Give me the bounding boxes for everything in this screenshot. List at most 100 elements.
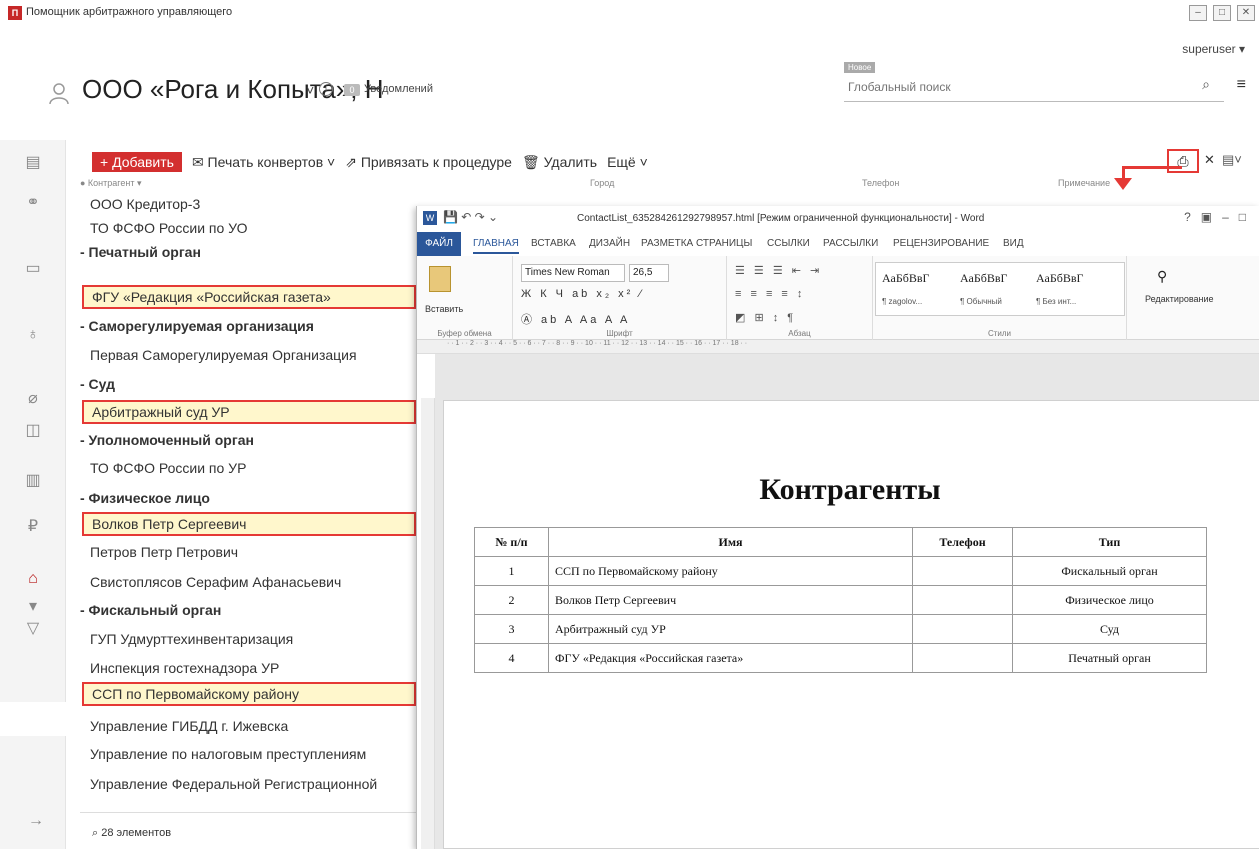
list-item[interactable]: ГУП Удмурттехинвентаризация: [80, 627, 418, 651]
box-icon[interactable]: ◫: [22, 420, 44, 442]
list-item[interactable]: ООО Кредитор-3: [80, 192, 418, 216]
user-menu[interactable]: superuser ▾: [1182, 42, 1245, 56]
paperclip-icon[interactable]: ⌀: [22, 388, 44, 410]
table-cell: Суд: [1012, 614, 1207, 644]
table-cell: [912, 585, 1013, 615]
list-group-header[interactable]: - Уполномоченный орган: [80, 428, 418, 452]
paragraph-shading-buttons[interactable]: ◩ ⊞ ↕ ¶: [735, 311, 796, 324]
list-item[interactable]: Управление по налоговым преступлениям: [80, 742, 418, 766]
word-window: W 💾 ↶ ↷ ⌄ ContactList_635284261292798957…: [416, 206, 1259, 849]
tab-home[interactable]: ГЛАВНАЯ: [473, 238, 519, 254]
tab-references[interactable]: ССЫЛКИ: [767, 238, 810, 249]
print-envelopes-button[interactable]: ✉ Печать конвертов ˅: [192, 154, 335, 171]
print-icon[interactable]: ⎙: [1167, 149, 1199, 173]
style-sample[interactable]: АаБбВвГ: [1036, 271, 1083, 286]
global-search-input[interactable]: [848, 80, 1168, 94]
search-icon[interactable]: ⌕: [1202, 76, 1210, 93]
ruble-icon[interactable]: ₽: [22, 516, 44, 538]
chevron-down-icon[interactable]: ▾: [22, 596, 44, 618]
list-item[interactable]: ТО ФСФО России по УР: [80, 456, 418, 480]
app-logo-icon: П: [8, 6, 22, 20]
bank-icon[interactable]: ⌂: [22, 568, 44, 590]
column-header-note[interactable]: Примечание: [1058, 178, 1110, 188]
tab-view[interactable]: ВИД: [1003, 238, 1024, 249]
font-name-select[interactable]: Times New Roman: [521, 264, 625, 282]
column-header-phone[interactable]: Телефон: [862, 178, 899, 188]
table-cell: Печатный орган: [1012, 643, 1207, 673]
tab-page-layout[interactable]: РАЗМЕТКА СТРАНИЦЫ: [641, 238, 752, 249]
paste-button[interactable]: Вставить: [425, 304, 463, 314]
style-sample[interactable]: АаБбВвГ: [960, 271, 1007, 286]
style-name[interactable]: ¶ Без инт...: [1036, 297, 1076, 306]
font-group-label: Шрифт: [606, 329, 633, 338]
document-icon[interactable]: ▤: [22, 152, 44, 174]
style-name[interactable]: ¶ zagolov...: [882, 297, 922, 306]
delete-button[interactable]: 🗑 Удалить: [522, 154, 597, 171]
expand-rail-arrow-icon[interactable]: →: [28, 812, 44, 830]
excel-export-icon[interactable]: ✕: [1204, 152, 1215, 168]
more-button[interactable]: Ещё ˅: [607, 154, 648, 170]
list-item-highlighted[interactable]: Волков Петр Сергеевич: [82, 512, 416, 536]
minimize-icon[interactable]: –: [1189, 5, 1207, 21]
list-group-header[interactable]: - Фискальный орган: [80, 598, 418, 622]
handshake-icon[interactable]: ⚭: [22, 192, 44, 214]
paste-icon[interactable]: [429, 266, 451, 292]
list-item[interactable]: Свистоплясов Серафим Афанасьевич: [80, 570, 418, 594]
table-cell: [912, 556, 1013, 586]
list-item[interactable]: Инспекция гостехнадзора УР: [80, 656, 418, 680]
font-color-buttons[interactable]: Ⓐ ab A Aa A A: [521, 311, 630, 327]
list-item[interactable]: Управление Федеральной Регистрационной: [80, 772, 418, 796]
document-page[interactable]: Контрагенты № п/п Имя Телефон Тип 1 ССП …: [443, 400, 1259, 849]
list-item-highlighted[interactable]: ФГУ «Редакция «Российская газета»: [82, 285, 416, 309]
list-item-highlighted[interactable]: Арбитражный суд УР: [82, 400, 416, 424]
list-item[interactable]: ТО ФСФО России по УО: [80, 216, 418, 240]
list-group-header[interactable]: - Печатный орган: [80, 240, 418, 264]
document-heading: Контрагенты: [759, 473, 941, 506]
tab-insert[interactable]: ВСТАВКА: [531, 238, 576, 249]
font-size-select[interactable]: 26,5: [629, 264, 669, 282]
paragraph-list-buttons[interactable]: ☰ ☰ ☰ ⇤ ⇥: [735, 264, 822, 277]
table-header-row: № п/п Имя Телефон Тип: [474, 527, 1207, 557]
list-item[interactable]: Управление ГИБДД г. Ижевска: [80, 714, 418, 738]
tab-review[interactable]: РЕЦЕНЗИРОВАНИЕ: [893, 238, 989, 249]
word-window-controls[interactable]: ?▣–□: [1184, 210, 1256, 224]
list-item-highlighted[interactable]: ССП по Первомайскому району: [82, 682, 416, 706]
info-icon[interactable]: i: [319, 82, 333, 96]
list-group-header[interactable]: - Физическое лицо: [80, 486, 418, 510]
maximize-icon[interactable]: □: [1213, 5, 1231, 21]
list-item[interactable]: Первая Саморегулируемая Организация: [80, 343, 418, 367]
card-icon[interactable]: ▭: [22, 258, 44, 280]
column-header-city[interactable]: Город: [590, 178, 614, 188]
attach-to-procedure-button[interactable]: ⇗ Привязать к процедуре: [345, 154, 512, 171]
bar-chart-icon[interactable]: ▥: [22, 470, 44, 492]
styles-group-label: Стили: [987, 329, 1012, 338]
tab-mailings[interactable]: РАССЫЛКИ: [823, 238, 878, 249]
binoculars-icon[interactable]: ⚲: [1157, 268, 1167, 285]
notifications-label[interactable]: Уведомлений: [364, 83, 433, 95]
list-group-header[interactable]: - Суд: [80, 372, 418, 396]
notifications-count-badge[interactable]: 0: [344, 84, 360, 96]
word-titlebar: W 💾 ↶ ↷ ⌄ ContactList_635284261292798957…: [417, 206, 1259, 232]
quick-access-toolbar[interactable]: 💾 ↶ ↷ ⌄: [443, 210, 498, 224]
hamburger-menu-icon[interactable]: ≡: [1237, 76, 1246, 94]
table-cell: [912, 643, 1013, 673]
table-row: 1 ССП по Первомайскому району Фискальный…: [474, 556, 1207, 586]
tab-design[interactable]: ДИЗАЙН: [589, 238, 630, 249]
column-headers: ● Контрагент ▾ Город Телефон Примечание: [80, 178, 1259, 192]
editing-button[interactable]: Редактирование: [1145, 294, 1214, 304]
list-group-header[interactable]: - Саморегулируемая организация: [80, 314, 418, 338]
filter-icon[interactable]: ▽: [22, 618, 44, 640]
title-chevron-down-icon[interactable]: ˅: [306, 82, 314, 98]
tab-file[interactable]: ФАЙЛ: [417, 232, 461, 256]
style-name[interactable]: ¶ Обычный: [960, 297, 1002, 306]
glove-icon[interactable]: ♁: [22, 324, 44, 346]
style-sample[interactable]: АаБбВвГ: [882, 271, 929, 286]
view-options-icon[interactable]: ▤˅: [1222, 152, 1242, 168]
paragraph-align-buttons[interactable]: ≡ ≡ ≡ ≡ ↕: [735, 288, 805, 300]
font-format-buttons[interactable]: Ж К Ч ab x₂ x² ⁄: [521, 288, 644, 300]
window-controls: – □ ✕: [1189, 5, 1255, 21]
column-header-contragent[interactable]: ● Контрагент ▾: [80, 178, 142, 189]
add-button[interactable]: + Добавить: [92, 152, 182, 172]
list-item[interactable]: Петров Петр Петрович: [80, 540, 418, 564]
close-icon[interactable]: ✕: [1237, 5, 1255, 21]
